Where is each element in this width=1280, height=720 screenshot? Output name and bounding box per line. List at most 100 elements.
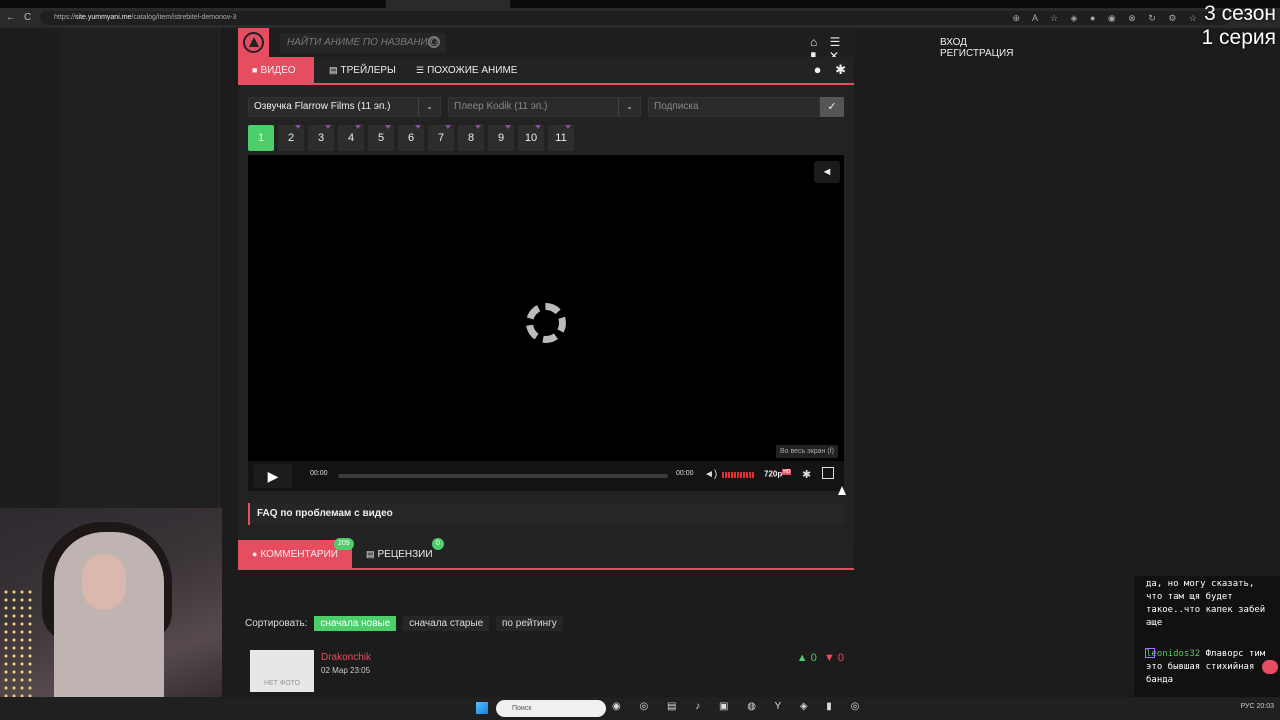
subscribe-field[interactable]: Подписка [648,97,820,117]
player-select[interactable]: Плеер Kodik (11 эп.) ⌄ [448,97,641,117]
sort-rating-button[interactable]: по рейтингу [496,616,563,631]
lightbulb-icon[interactable]: ● [814,62,822,77]
url-path: /catalog/item/istrebitel-demonov-3 [131,14,237,21]
episode-button[interactable]: 7 [428,125,454,151]
subscribe-placeholder: Подписка [654,101,699,112]
dislike-button[interactable]: ▼ 0 [824,652,844,664]
browser-tab[interactable] [140,0,264,8]
episode-button[interactable]: 6 [398,125,424,151]
comment-icon: ● [252,549,258,559]
list-icon: ☰ [416,65,425,75]
browser-tab-strip [0,0,1280,8]
site-header: НАЙТИ АНИМЕ ПО НАЗВАНИЮ ⌂ ☰ ▮ ✕ ☻ ВХОД Р… [238,28,1013,85]
tab-similar[interactable]: ☰ ПОХОЖИЕ АНИМЕ [402,57,531,83]
volume-icon[interactable]: ◄) [704,469,717,480]
webcam-overlay [0,508,222,720]
faq-video-problems[interactable]: FAQ по проблемам с видео [248,503,844,525]
browser-tab-active[interactable] [386,0,510,8]
sort-label: Сортировать: [245,618,308,629]
stream-overlay-text: 3 сезон 1 серия [1202,2,1276,50]
loading-spinner-icon [526,303,566,343]
back-button[interactable]: ← [6,12,16,23]
player-settings-icon[interactable]: ✱ [802,468,811,481]
player-select-value: Плеер Kodik (11 эп.) [454,101,548,112]
total-time: 00:00 [676,470,694,477]
avatar[interactable]: НЕТ ФОТО [250,650,314,692]
comment-votes: ▲ 0 ▼ 0 [797,652,844,664]
fullscreen-icon[interactable] [822,467,834,479]
reload-button[interactable]: C [24,12,31,23]
tab-actions: ● ✱ [804,62,846,78]
sort-oldest-button[interactable]: сначала старые [403,616,490,631]
browser-tab[interactable] [264,0,386,8]
current-time: 00:00 [310,470,328,477]
episode-button[interactable]: 10 [518,125,544,151]
play-button[interactable]: ▶ [254,464,292,488]
tab-comments[interactable]: ● КОММЕНТАРИИ 209 [238,538,354,568]
episode-button[interactable]: 9 [488,125,514,151]
search-icon[interactable] [428,36,440,48]
comment-author[interactable]: Drakonchik [321,652,371,663]
url-host: site.yummyani.me [75,14,132,21]
comment-date: 02 Мар 23:05 [321,666,371,675]
home-icon[interactable]: ⌂ [810,35,817,49]
seek-bar[interactable] [338,474,668,478]
windows-taskbar: Поиск ◉ ◎ ▤ ♪ ▣ ◍ Y ◈ ▮ ◎ РУС 20:03 [0,697,1280,720]
left-inner-strip [0,28,60,508]
chat-bubble-icon [1262,660,1278,674]
quality-selector[interactable]: 720pHD [764,469,792,479]
site-logo[interactable] [238,28,269,57]
tab-video[interactable]: ■ ВИДЕО [238,57,314,83]
tab-trailers-label: ТРЕЙЛЕРЫ [340,65,396,76]
system-tray: РУС 20:03 [1240,703,1274,710]
dislike-count: 0 [837,652,844,664]
extension-icons[interactable]: ⊕ A ☆ ◈ ● ◉ ⊗ ↻ ⚙ ☆ [1012,13,1202,24]
subscribe-confirm-button[interactable]: ✓ [820,97,844,117]
taskbar-app-icons[interactable]: ◉ ◎ ▤ ♪ ▣ ◍ Y ◈ ▮ ◎ [612,701,867,712]
episode-button[interactable]: 5 [368,125,394,151]
register-link[interactable]: РЕГИСТРАЦИЯ [940,48,1013,59]
settings-gear-icon[interactable]: ✱ [835,62,846,77]
episode-button[interactable]: 8 [458,125,484,151]
episode-list: 1 2 3 4 5 6 7 8 9 10 11 [248,125,578,151]
left-background-panel [0,28,220,508]
episode-button[interactable]: 11 [548,125,574,151]
content-tabs: ■ ВИДЕО ▤ ТРЕЙЛЕРЫ ☰ ПОХОЖИЕ АНИМЕ ● ✱ [238,57,854,85]
tab-reviews[interactable]: ▤ РЕЦЕНЗИИ 0 [352,538,447,568]
tab-video-label: ВИДЕО [260,65,296,76]
browser-toolbar: ← C https://site.yummyani.me/catalog/ite… [0,8,1280,28]
file-icon: ▤ [366,549,375,559]
mouse-cursor-icon [838,486,846,495]
episode-button[interactable]: 2 [278,125,304,151]
chat-message: leonidos32 Флаворс тим это бывшая стихий… [1145,648,1276,687]
dub-select-value: Озвучка Flarrow Films (11 эп.) [254,101,391,112]
share-icon[interactable]: ◄ [814,161,840,183]
sort-newest-button[interactable]: сначала новые [314,616,397,631]
episode-button[interactable]: 3 [308,125,334,151]
webcam-person-face [82,554,126,610]
tab-comments-label: КОММЕНТАРИИ [260,549,338,560]
windows-start-icon[interactable] [476,702,488,714]
login-link[interactable]: ВХОД [940,37,967,48]
dub-select[interactable]: Озвучка Flarrow Films (11 эп.) ⌄ [248,97,441,117]
taskbar-search[interactable]: Поиск [496,700,606,717]
quality-value: 720p [764,469,783,479]
browser-tab[interactable] [30,0,140,8]
comment-tabs: ● КОММЕНТАРИИ 209 ▤ РЕЦЕНЗИИ 0 [238,538,854,570]
search-box[interactable]: НАЙТИ АНИМЕ ПО НАЗВАНИЮ [280,33,446,53]
episode-button[interactable]: 1 [248,125,274,151]
episode-button[interactable]: 4 [338,125,364,151]
video-camera-icon: ■ [252,65,258,75]
tab-similar-label: ПОХОЖИЕ АНИМЕ [427,65,518,76]
video-player[interactable]: ◄ Во весь экран (f) ▶ 00:00 00:00 ◄) 720… [248,155,846,495]
comment-item: НЕТ ФОТО Drakonchik 02 Мар 23:05 ▲ 0 ▼ 0 [250,650,846,692]
volume-slider[interactable] [722,472,754,478]
tab-trailers[interactable]: ▤ ТРЕЙЛЕРЫ [315,57,410,83]
catalog-icon[interactable]: ☰ [830,35,841,49]
chat-message: да, но могу сказать, что там щя будет та… [1146,579,1266,628]
like-button[interactable]: ▲ 0 [797,652,817,664]
chevron-down-icon: ⌄ [418,98,440,116]
video-panel: Озвучка Flarrow Films (11 эп.) ⌄ Плеер K… [238,85,854,553]
search-placeholder: НАЙТИ АНИМЕ ПО НАЗВАНИЮ [287,37,438,48]
chevron-down-icon: ⌄ [618,98,640,116]
